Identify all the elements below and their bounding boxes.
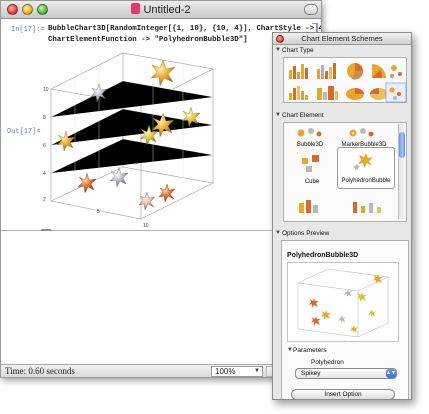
chart-type-pie-3d[interactable]: [346, 88, 364, 100]
chart-type-bubble[interactable]: [390, 65, 402, 78]
chevron-down-icon: ▼: [254, 368, 260, 374]
code-line-1: BubbleChart3D[RandomInteger[{1, 10}, {10…: [48, 25, 322, 33]
toolbar-toggle-button[interactable]: [304, 4, 318, 15]
x-tick: 10: [143, 223, 149, 229]
bubble-orange-right: [158, 183, 176, 203]
window-title: Untitled-2: [1, 3, 321, 16]
z-tick: 8: [43, 115, 46, 121]
bubble-chart-3d-output[interactable]: 10 8 6 4 2 5 10: [13, 41, 313, 231]
input-label: In[17]:=: [11, 26, 45, 34]
element-label[interactable]: PolyhedronBubble: [335, 178, 397, 184]
options-preview-header[interactable]: Options Preview: [273, 228, 411, 239]
element-thumb-markerbubble3d[interactable]: [345, 125, 379, 139]
y-tick: 5: [97, 209, 100, 215]
bubble-silver-center: [109, 166, 129, 188]
element-thumb-more-2[interactable]: [349, 197, 383, 217]
z-tick: 2: [43, 197, 46, 203]
bubble-orange-left: [77, 172, 97, 194]
notebook-titlebar[interactable]: Untitled-2: [1, 1, 321, 19]
chart-type-bar[interactable]: [287, 62, 311, 80]
element-label[interactable]: Cube: [287, 179, 337, 185]
chart-type-grid: [283, 57, 407, 103]
chart-type-rectangle[interactable]: [317, 86, 338, 100]
element-list-scroll-thumb[interactable]: [399, 132, 405, 158]
chart-type-histogram[interactable]: [289, 86, 308, 100]
z-tick: 10: [43, 87, 49, 93]
document-icon: [131, 3, 141, 14]
bubble-gold-top: [150, 59, 176, 87]
timing-status: Time: 0.60 seconds: [5, 366, 75, 376]
chart-type-bar-3d[interactable]: [315, 62, 339, 80]
chart-type-sector[interactable]: [372, 64, 386, 78]
chart-element-schemes-palette: Chart Element Schemes ▼ Chart Type ▼ Cha…: [272, 32, 412, 400]
polyhedron-label: Polyhedron: [311, 359, 344, 366]
palette-titlebar[interactable]: Chart Element Schemes: [273, 33, 411, 45]
element-thumb-bubble3d[interactable]: [293, 125, 327, 139]
chart-element-header[interactable]: Chart Element: [273, 110, 411, 121]
element-label[interactable]: Bubble3D: [285, 142, 335, 148]
element-thumb-more-1[interactable]: [295, 197, 325, 217]
chevron-up-down-icon[interactable]: ▲▼: [386, 369, 396, 378]
z-tick: 6: [43, 143, 46, 149]
chart-type-pie[interactable]: [347, 63, 364, 80]
insertion-marker: [41, 229, 51, 231]
bubble-rose: [138, 191, 156, 211]
box-bottom-right: [140, 182, 214, 220]
parameters-header[interactable]: Parameters: [293, 347, 327, 354]
palette-title: Chart Element Schemes: [301, 34, 383, 43]
insert-option-button[interactable]: Insert Option: [291, 389, 395, 399]
preview-chart: [287, 262, 399, 342]
chart-type-sector-3d[interactable]: [370, 88, 388, 100]
element-thumb-cube[interactable]: [299, 153, 323, 175]
preview-title: PolyhedronBubble3D: [287, 252, 359, 259]
element-thumb-polyhedronbubble[interactable]: [351, 151, 381, 173]
polyhedron-select[interactable]: Spikey: [295, 368, 397, 379]
z-tick: 4: [43, 171, 46, 177]
chart-type-bubble-3d-selected[interactable]: [385, 82, 407, 103]
chart-type-header[interactable]: Chart Type: [273, 45, 411, 56]
